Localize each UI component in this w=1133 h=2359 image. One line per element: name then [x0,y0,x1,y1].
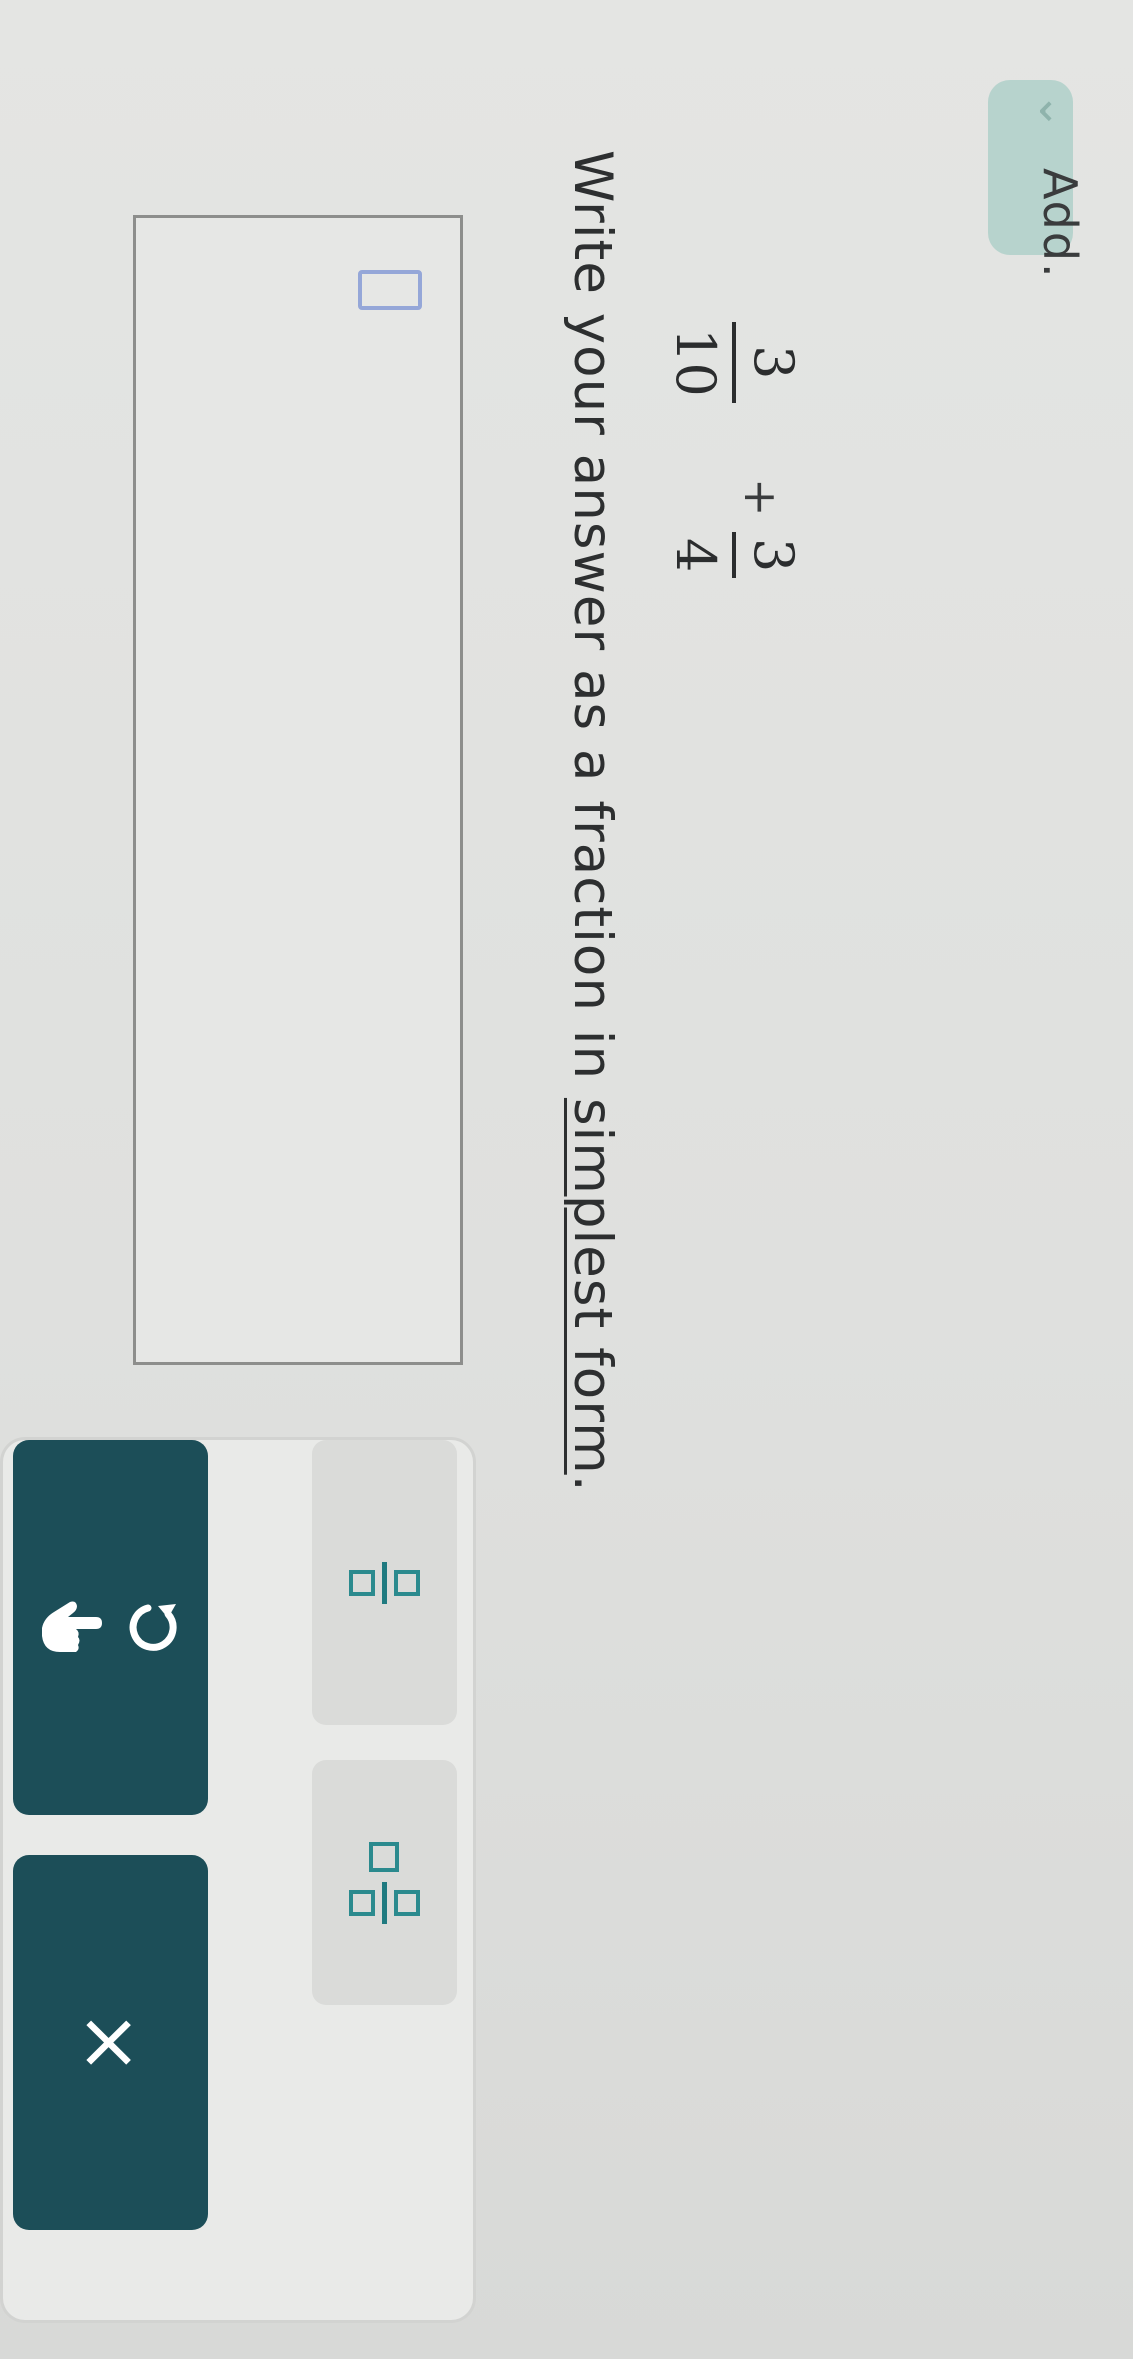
second-denominator: 4 [664,538,727,573]
input-cursor-box[interactable] [358,270,422,310]
instructions-text: Write your answer as a fraction in simpl… [562,150,623,1493]
close-icon: × [65,2009,156,2076]
pointing-hand-icon [42,1601,103,1652]
rotated-page: ⌄ Add. 3 10 + 3 4 Write your answer as a… [0,0,1133,2359]
fraction-line-icon [382,1881,387,1924]
second-numerator: 3 [742,538,805,573]
undo-button-content [39,1593,183,1663]
fraction-line-icon [382,1561,387,1604]
clear-button[interactable]: × [13,1855,208,2230]
fraction-template-button[interactable] [312,1440,457,1725]
numerator-slot-icon [394,1569,420,1596]
instructions-lead: Write your answer as a fraction in [562,150,623,1098]
first-fraction: 3 10 [664,322,805,403]
fraction-template-icon [349,1561,420,1604]
first-denominator: 10 [664,328,727,397]
chevron-down-icon: ⌄ [1029,92,1083,131]
fraction-bar [732,532,736,579]
denominator-slot-icon [349,1569,375,1596]
denominator-slot-icon [349,1889,375,1916]
mixed-number-template-button[interactable] [312,1760,457,2005]
simplest-form-link[interactable]: simplest form [562,1098,623,1475]
mixed-number-template-icon [349,1841,420,1924]
photo-stage: ⌄ Add. 3 10 + 3 4 Write your answer as a… [0,0,1133,2359]
question-prompt: Add. [1033,168,1087,280]
math-keypad: × [3,1440,473,2320]
instructions-period: . [562,1474,623,1493]
answer-input-box[interactable] [133,215,463,1365]
first-numerator: 3 [742,345,805,380]
undo-arrow-icon [130,1603,178,1651]
fraction-bar [732,322,736,403]
undo-button[interactable] [13,1440,208,1815]
plus-operator: + [734,478,788,517]
numerator-slot-icon [394,1889,420,1916]
fraction-part-icon [349,1881,420,1924]
whole-slot-icon [369,1841,400,1872]
second-fraction: 3 4 [664,532,805,579]
